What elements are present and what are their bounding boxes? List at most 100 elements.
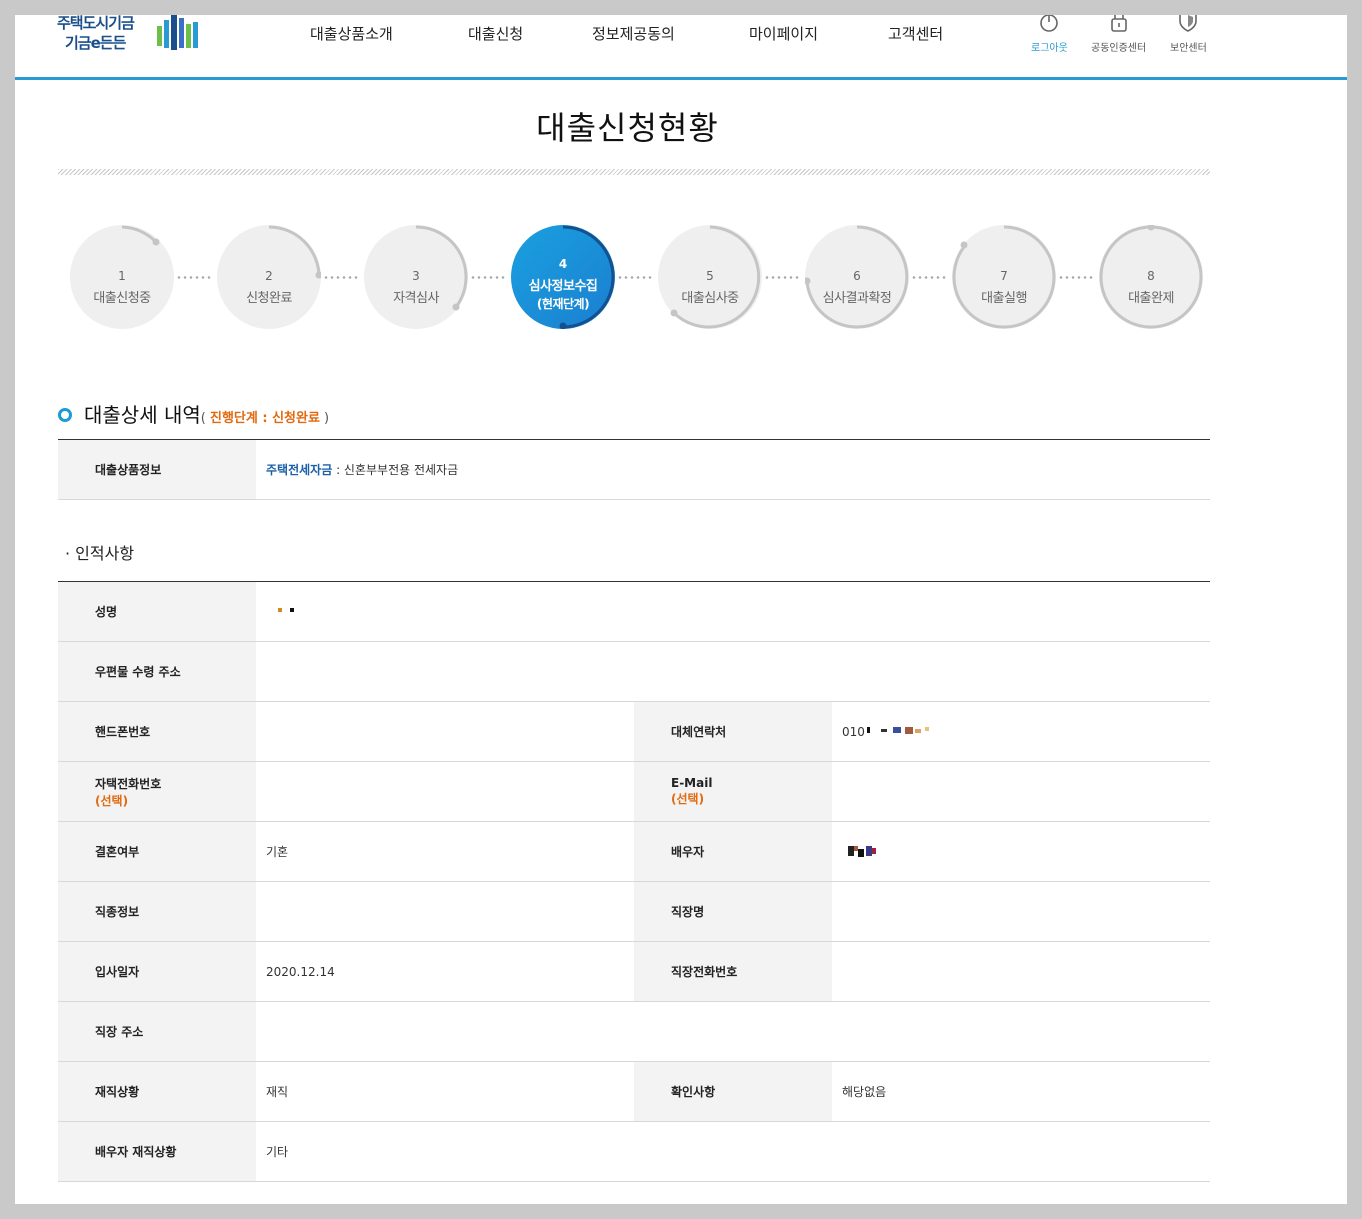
table-row: 자택전화번호 (선택) E-Mail (선택) <box>58 761 1210 822</box>
step-label: 심사정보수집 <box>528 279 598 294</box>
spouse-employment-label: 배우자 재직상황 <box>58 1121 256 1182</box>
table-row: 성명 <box>58 581 1210 642</box>
table-row: 재직상황 재직 확인사항 해당없음 <box>58 1061 1210 1122</box>
security-center-button[interactable]: 보안센터 <box>1170 15 1207 54</box>
alt-phone-prefix: 010 <box>842 724 865 739</box>
step-connector <box>764 276 800 279</box>
employment-value: 재직 <box>256 1061 634 1122</box>
table-row: 결혼여부 기혼 배우자 <box>58 821 1210 882</box>
company-address-value <box>256 1001 1210 1062</box>
step-number: 3 <box>412 269 420 283</box>
logo-bars-icon <box>157 15 198 50</box>
progress-steps: 1 대출신청중 2 신청완료 3 자격심사 4 심사정보수집 (현재단계) 5 … <box>58 220 1210 340</box>
step-connector <box>470 276 506 279</box>
step-connector <box>323 276 359 279</box>
logo-line2: 기금e든든 <box>65 34 126 52</box>
alt-phone-value: 010 <box>832 701 1210 762</box>
product-name: 주택전세자금 <box>266 463 333 477</box>
lock-icon <box>1110 15 1127 32</box>
product-value: 주택전세자금 : 신혼부부전용 전세자금 <box>256 439 1210 500</box>
step-connector <box>911 276 947 279</box>
address-value <box>256 641 1210 702</box>
home-phone-label: 자택전화번호 (선택) <box>58 761 256 822</box>
confirm-value: 해당없음 <box>832 1061 1210 1122</box>
alt-phone-label: 대체연락처 <box>634 701 832 762</box>
phone-label: 핸드폰번호 <box>58 701 256 762</box>
bullet-circle-icon <box>58 407 72 422</box>
step-4-current: 4 심사정보수집 (현재단계) <box>511 225 615 329</box>
step-number: 1 <box>118 269 126 283</box>
product-desc: : 신혼부부전용 전세자금 <box>332 463 459 477</box>
step-connector <box>176 276 212 279</box>
personal-info-table: 성명 우편물 수령 주소 핸드폰번호 대체연락처 010 자택전화번호 (선택) … <box>58 581 1210 1182</box>
email-label-text: E-Mail <box>671 776 713 790</box>
section-title-text: 대출상세 내역 <box>84 403 201 427</box>
optional-tag: (선택) <box>95 793 129 808</box>
married-value: 기혼 <box>256 821 634 882</box>
table-row: 대출상품정보 주택전세자금 : 신혼부부전용 전세자금 <box>58 439 1210 500</box>
join-date-value: 2020.12.14 <box>256 941 634 1002</box>
name-value <box>256 581 1210 642</box>
progress-status: ( 진행단계 : 신청완료 ) <box>201 411 329 426</box>
company-phone-label: 직장전화번호 <box>634 941 832 1002</box>
spouse-employment-value: 기타 <box>256 1121 1210 1182</box>
shield-icon <box>1179 15 1198 32</box>
home-phone-label-text: 자택전화번호 <box>95 776 162 791</box>
redacted-phone <box>866 727 929 734</box>
nav-loan-apply[interactable]: 대출신청 <box>468 23 523 44</box>
step-number: 6 <box>853 269 861 283</box>
logout-button[interactable]: 로그아웃 <box>1031 15 1068 54</box>
step-label: 대출신청중 <box>93 291 151 306</box>
home-phone-value <box>256 761 634 822</box>
step-connector <box>617 276 653 279</box>
logo[interactable]: 주택도시기금 기금e든든 <box>57 15 207 58</box>
step-label: 신청완료 <box>246 291 292 306</box>
nav-mypage[interactable]: 마이페이지 <box>749 23 818 44</box>
security-center-label: 보안센터 <box>1170 43 1207 54</box>
nav-info-consent[interactable]: 정보제공동의 <box>592 23 675 44</box>
title-divider <box>58 169 1210 175</box>
header: 주택도시기금 기금e든든 대출상품소개 대출신청 정보제공동의 마이페이지 고객… <box>15 15 1347 80</box>
redacted-name <box>278 608 294 612</box>
step-label: 대출심사중 <box>681 291 739 306</box>
email-value <box>832 761 1210 822</box>
spouse-label: 배우자 <box>634 821 832 882</box>
step-label: 대출실행 <box>981 291 1027 306</box>
confirm-label: 확인사항 <box>634 1061 832 1122</box>
spouse-value <box>832 821 1210 882</box>
step-label: 대출완제 <box>1128 291 1174 306</box>
logo-line1: 주택도시기금 <box>57 15 135 32</box>
step-number: 5 <box>706 269 714 283</box>
step-number: 4 <box>558 257 568 271</box>
section-title: 대출상세 내역( 진행단계 : 신청완료 ) <box>58 399 329 428</box>
table-row: 우편물 수령 주소 <box>58 641 1210 702</box>
cert-center-button[interactable]: 공동인증센터 <box>1091 15 1146 54</box>
company-label: 직장명 <box>634 881 832 942</box>
table-row: 배우자 재직상황 기타 <box>58 1121 1210 1182</box>
name-label: 성명 <box>58 581 256 642</box>
job-label: 직종정보 <box>58 881 256 942</box>
status-value: 진행단계 : 신청완료 <box>209 411 320 426</box>
step-connector <box>1058 276 1094 279</box>
product-table: 대출상품정보 주택전세자금 : 신혼부부전용 전세자금 <box>58 439 1210 500</box>
nav-loan-products[interactable]: 대출상품소개 <box>310 23 393 44</box>
page: 주택도시기금 기금e든든 대출상품소개 대출신청 정보제공동의 마이페이지 고객… <box>15 15 1347 1204</box>
step-number: 7 <box>1000 269 1008 283</box>
status-close-paren: ) <box>319 411 330 426</box>
company-address-label: 직장 주소 <box>58 1001 256 1062</box>
status-open-paren: ( <box>200 411 210 426</box>
logout-label: 로그아웃 <box>1031 43 1068 54</box>
phone-value <box>256 701 634 762</box>
job-value <box>256 881 634 942</box>
page-title: 대출신청현황 <box>536 109 719 147</box>
optional-tag: (선택) <box>671 792 705 806</box>
step-3: 3 자격심사 <box>364 225 468 329</box>
table-row: 입사일자 2020.12.14 직장전화번호 <box>58 941 1210 1002</box>
company-phone-value <box>832 941 1210 1002</box>
table-row: 직종정보 직장명 <box>58 881 1210 942</box>
product-label: 대출상품정보 <box>58 439 256 500</box>
nav-customer-center[interactable]: 고객센터 <box>888 23 943 44</box>
step-label: 심사결과확정 <box>822 291 892 306</box>
cert-center-label: 공동인증센터 <box>1091 43 1147 54</box>
join-date-label: 입사일자 <box>58 941 256 1002</box>
